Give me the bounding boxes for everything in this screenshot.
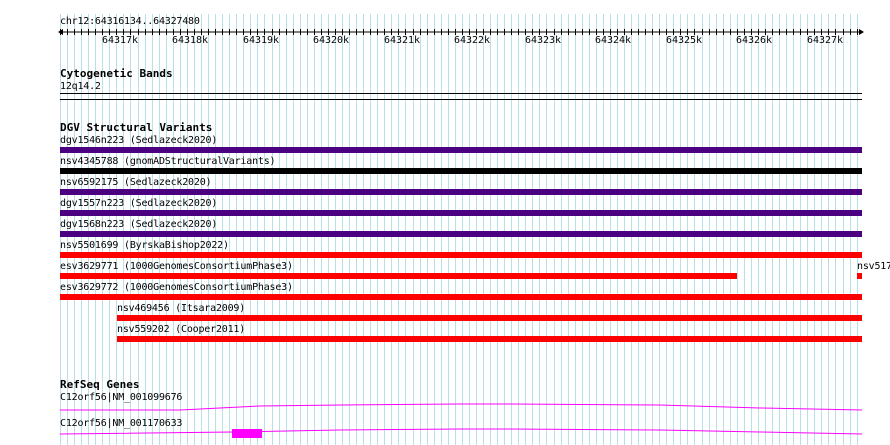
variant-label: nsv5501699 (ByrskaBishop2022): [60, 240, 229, 251]
ruler-tick-label: 64321k: [383, 35, 421, 46]
ruler-tick-label: 64320k: [312, 35, 350, 46]
ruler-tick-label: 64323k: [524, 35, 562, 46]
variant-bar[interactable]: [60, 231, 862, 237]
ruler-tick-label: 64325k: [665, 35, 703, 46]
variant-label: dgv1568n223 (Sedlazeck2020): [60, 219, 218, 230]
variant-bar[interactable]: [117, 315, 862, 321]
ruler-tick-label: 64324k: [594, 35, 632, 46]
variant-bar[interactable]: [60, 294, 862, 300]
variant-label: nsv4345788 (gnomADStructuralVariants): [60, 156, 276, 167]
ruler-tick-label: 64317k: [101, 35, 139, 46]
cyto-track-title: Cytogenetic Bands: [60, 67, 173, 80]
ruler-tick-label: 64318k: [171, 35, 209, 46]
ruler-tick-label: 64319k: [242, 35, 280, 46]
gene-intron-line[interactable]: [60, 427, 862, 441]
refseq-track-title: RefSeq Genes: [60, 378, 140, 391]
cyto-band-label: 12q14.2: [60, 81, 101, 92]
variant-bar[interactable]: [60, 252, 862, 258]
variant-label: nsv6592175 (Sedlazeck2020): [60, 177, 212, 188]
variant-bar[interactable]: [857, 273, 862, 279]
variant-label: nsv517: [857, 261, 890, 272]
variant-label: dgv1546n223 (Sedlazeck2020): [60, 135, 218, 146]
variant-label: nsv559202 (Cooper2011): [117, 324, 246, 335]
variant-bar[interactable]: [60, 210, 862, 216]
variant-bar[interactable]: [60, 168, 862, 174]
variant-label: esv3629771 (1000GenomesConsortiumPhase3): [60, 261, 293, 272]
gene-exon[interactable]: [232, 429, 262, 438]
dgv-track-title: DGV Structural Variants: [60, 121, 213, 134]
cyto-band-bar[interactable]: [60, 93, 862, 94]
cyto-band-bar[interactable]: [60, 99, 862, 100]
ruler-tick-label: 64327k: [806, 35, 844, 46]
variant-bar[interactable]: [60, 273, 737, 279]
gene-intron-line[interactable]: [60, 401, 862, 413]
variant-bar[interactable]: [60, 147, 862, 153]
variant-label: esv3629772 (1000GenomesConsortiumPhase3): [60, 282, 293, 293]
ruler-tick-label: 64322k: [453, 35, 491, 46]
variant-label: nsv469456 (Itsara2009): [117, 303, 246, 314]
variant-label: dgv1557n223 (Sedlazeck2020): [60, 198, 218, 209]
ruler-tick-label: 64326k: [735, 35, 773, 46]
variant-bar[interactable]: [60, 189, 862, 195]
variant-bar[interactable]: [117, 336, 862, 342]
